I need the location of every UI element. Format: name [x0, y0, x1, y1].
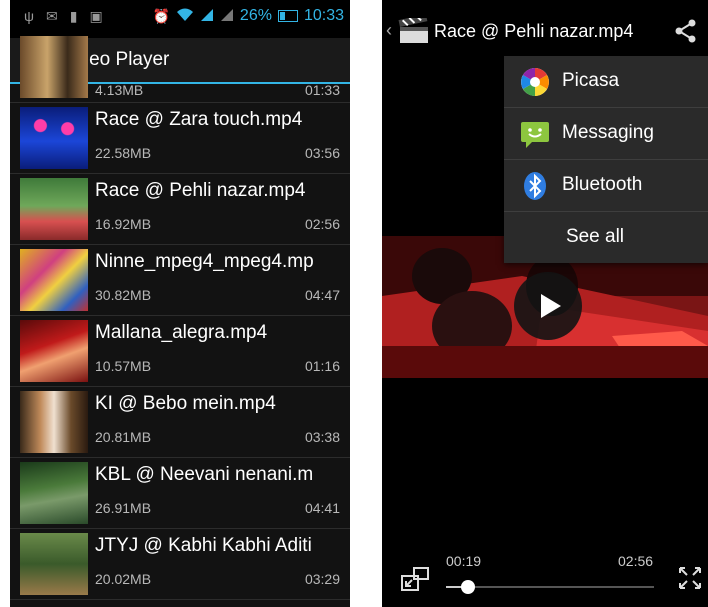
- player-title: Race @ Pehli nazar.mp4: [434, 21, 634, 41]
- usb-debug-icon: ▮: [69, 8, 78, 24]
- duration: 01:33: [304, 82, 340, 98]
- mail-icon: ✉: [45, 8, 58, 24]
- seek-bar[interactable]: [446, 580, 654, 594]
- video-thumbnail: [20, 533, 88, 595]
- bluetooth-icon: [524, 172, 546, 200]
- file-size: 20.81MB: [95, 429, 152, 445]
- video-list-screen: ψ ✉ ▮ ▣ ⏰ 26% 10:33 Video Player 4.13MB …: [10, 0, 350, 607]
- battery-percent: 26%: [239, 7, 272, 24]
- file-name: KI @ Bebo mein.mp4: [95, 393, 276, 414]
- player-top-bar: ‹ Race @ Pehli nazar.mp4: [382, 0, 708, 58]
- file-size: 10.57MB: [95, 358, 152, 374]
- video-thumbnail: [20, 320, 88, 382]
- video-thumbnail: [20, 462, 88, 524]
- clapperboard-icon[interactable]: [398, 18, 430, 44]
- status-bar: ψ ✉ ▮ ▣ ⏰ 26% 10:33: [10, 0, 350, 38]
- signal-icon: [200, 8, 214, 25]
- see-all-button[interactable]: See all: [504, 212, 708, 263]
- status-right: ⏰ 26% 10:33: [152, 7, 344, 25]
- file-size: 4.13MB: [95, 82, 144, 98]
- file-size: 20.02MB: [95, 571, 152, 587]
- seek-bar-thumb[interactable]: [461, 580, 476, 594]
- file-name: JTYJ @ Kabhi Kabhi Aditi: [95, 535, 312, 556]
- notification-icons: ψ ✉ ▮ ▣: [24, 8, 103, 25]
- back-chevron-icon[interactable]: ‹: [386, 20, 392, 41]
- file-size: 16.92MB: [95, 216, 152, 232]
- list-item[interactable]: Race @ Pehli nazar.mp4 16.92MB 02:56: [10, 174, 350, 245]
- battery-icon: [277, 10, 298, 22]
- video-thumbnail: [20, 178, 88, 240]
- picasa-icon: [521, 68, 549, 96]
- duration: 03:56: [304, 145, 340, 161]
- picture-in-picture-icon[interactable]: [400, 566, 430, 592]
- duration: 03:29: [304, 571, 340, 587]
- list-item[interactable]: KI @ Bebo mein.mp4 20.81MB 03:38: [10, 387, 350, 458]
- alarm-icon: ⏰: [152, 7, 170, 24]
- list-item[interactable]: Mallana_alegra.mp4 10.57MB 01:16: [10, 316, 350, 387]
- messaging-icon: [521, 122, 549, 148]
- clipboard-icon: ▣: [89, 8, 103, 24]
- file-name: Mallana_alegra.mp4: [95, 322, 268, 343]
- video-thumbnail: [20, 391, 88, 453]
- file-name: KBL @ Neevani nenani.m: [95, 464, 314, 485]
- share-option-label: Picasa: [562, 70, 620, 91]
- duration: 02:56: [304, 216, 340, 232]
- duration: 04:47: [304, 287, 340, 303]
- clock: 10:33: [303, 7, 344, 24]
- list-item[interactable]: KBL @ Neevani nenani.m 26.91MB 04:41: [10, 458, 350, 529]
- list-item[interactable]: Race @ Zara touch.mp4 22.58MB 03:56: [10, 103, 350, 174]
- duration: 01:16: [304, 358, 340, 374]
- file-size: 30.82MB: [95, 287, 152, 303]
- play-button[interactable]: [514, 272, 582, 340]
- video-thumbnail: [20, 107, 88, 169]
- list-item[interactable]: JTYJ @ Kabhi Kabhi Aditi 20.02MB 03:29: [10, 529, 350, 600]
- share-option-messaging[interactable]: Messaging: [504, 108, 708, 160]
- file-size: 26.91MB: [95, 500, 152, 516]
- file-name: Race @ Pehli nazar.mp4: [95, 180, 306, 201]
- duration: 04:41: [304, 500, 340, 516]
- playback-controls: 00:19 02:56: [382, 540, 708, 607]
- file-name: Race @ Zara touch.mp4: [95, 109, 303, 130]
- file-name: Ninne_mpeg4_mpeg4.mp: [95, 251, 314, 272]
- list-item[interactable]: 4.13MB 01:33: [10, 36, 350, 103]
- fullscreen-icon[interactable]: [678, 566, 702, 590]
- total-time: 02:56: [618, 553, 654, 569]
- video-thumbnail: [20, 249, 88, 311]
- video-list: 4.13MB 01:33 Race @ Zara touch.mp4 22.58…: [10, 36, 350, 607]
- video-player-screen: ‹ Race @ Pehli nazar.mp4 Picasa Messagin…: [382, 0, 708, 607]
- see-all-label: See all: [565, 226, 625, 247]
- share-option-label: Bluetooth: [562, 174, 643, 195]
- duration: 03:38: [304, 429, 340, 445]
- signal-2-icon: [220, 8, 234, 25]
- file-size: 22.58MB: [95, 145, 152, 161]
- elapsed-time: 00:19: [446, 553, 482, 569]
- wifi-icon: [176, 8, 194, 25]
- usb-icon: ψ: [24, 8, 34, 24]
- video-thumbnail: [20, 36, 88, 98]
- share-icon[interactable]: [674, 18, 698, 44]
- share-menu: Picasa Messaging Bluetooth See all: [504, 56, 708, 263]
- share-option-picasa[interactable]: Picasa: [504, 56, 708, 108]
- share-option-label: Messaging: [562, 122, 654, 143]
- list-item[interactable]: Ninne_mpeg4_mpeg4.mp 30.82MB 04:47: [10, 245, 350, 316]
- share-option-bluetooth[interactable]: Bluetooth: [504, 160, 708, 212]
